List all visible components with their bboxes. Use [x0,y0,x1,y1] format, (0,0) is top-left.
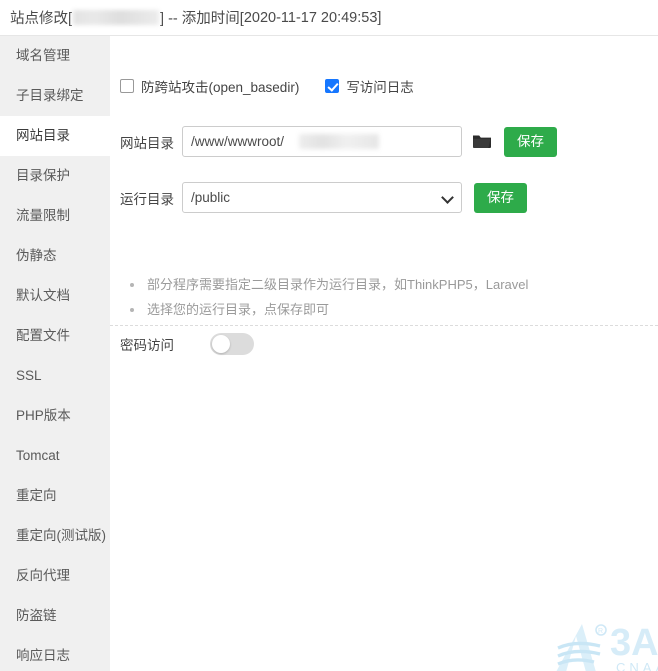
run-directory-select[interactable] [182,182,462,213]
bullet-icon [130,283,134,287]
app-root: 站点修改[ ] -- 添加时间[ 2020-11-17 20:49:53 ] 域… [0,0,658,671]
sidebar-item-subdir-bind[interactable]: 子目录绑定 [0,76,110,116]
svg-text:R: R [598,628,603,635]
open-basedir-checkbox-wrapper[interactable]: 防跨站攻击(open_basedir) [120,76,299,96]
hint-item: 选择您的运行目录，点保存即可 [122,299,642,321]
password-access-toggle[interactable] [210,333,254,355]
page-title-suffix: ] [377,9,382,26]
open-basedir-label: 防跨站攻击(open_basedir) [141,80,300,95]
hint-text: 部分程序需要指定二级目录作为运行目录，如ThinkPHP5，Laravel [147,277,529,292]
sidebar-item-redirect-beta[interactable]: 重定向(测试版) [0,516,110,556]
page-title-prefix: 站点修改[ [10,11,73,27]
bullet-icon [130,308,134,312]
sidebar-item-config-file[interactable]: 配置文件 [0,316,110,356]
sidebar-item-tomcat[interactable]: Tomcat [0,436,110,476]
page-title: 站点修改[ ] -- 添加时间[ 2020-11-17 20:49:53 ] [0,7,381,28]
options-row: 防跨站攻击(open_basedir) 写访问日志 [120,76,414,96]
page-header: 站点修改[ ] -- 添加时间[ 2020-11-17 20:49:53 ] [0,0,658,36]
password-access-row: 密码访问 [120,333,254,355]
sidebar-item-response-log[interactable]: 响应日志 [0,636,110,671]
access-log-checkbox-wrapper[interactable]: 写访问日志 [325,76,414,96]
sidebar-item-redirect[interactable]: 重定向 [0,476,110,516]
redacted-site-name [73,10,160,25]
run-directory-select-holder [182,182,462,213]
watermark-brand-cn: 3A网络 [610,622,658,664]
page-title-timestamp: 2020-11-17 20:49:53 [243,9,378,26]
watermark-domain: CNAAA.COM [616,660,658,671]
sidebar-item-default-document[interactable]: 默认文档 [0,276,110,316]
run-directory-row: 运行目录 保存 [120,182,527,213]
run-directory-label: 运行目录 [120,191,174,207]
access-log-label: 写访问日志 [346,80,414,95]
site-directory-label: 网站目录 [120,135,174,151]
sidebar-item-reverse-proxy[interactable]: 反向代理 [0,556,110,596]
site-directory-input[interactable] [182,126,462,157]
sidebar-item-php-version[interactable]: PHP版本 [0,396,110,436]
sidebar-item-directory-protect[interactable]: 目录保护 [0,156,110,196]
site-directory-save-button[interactable]: 保存 [504,126,557,157]
content-panel: 防跨站攻击(open_basedir) 写访问日志 网站目录 保存 [110,36,658,671]
sidebar-item-ssl[interactable]: SSL [0,356,110,396]
hint-text: 选择您的运行目录，点保存即可 [147,302,330,317]
sidebar-item-rewrite[interactable]: 伪静态 [0,236,110,276]
toggle-knob [212,335,230,353]
site-directory-row: 网站目录 保存 [120,126,557,157]
section-divider [110,325,658,326]
a-logo-icon: R [556,624,607,671]
sidebar-item-traffic-limit[interactable]: 流量限制 [0,196,110,236]
password-access-label: 密码访问 [120,338,174,353]
access-log-checkbox[interactable] [325,79,340,93]
sidebar-item-domain-manage[interactable]: 域名管理 [0,36,110,76]
folder-icon[interactable] [472,133,492,151]
page-title-mid: ] -- 添加时间[ [160,11,244,27]
hint-item: 部分程序需要指定二级目录作为运行目录，如ThinkPHP5，Laravel [122,274,642,296]
sidebar: 域名管理 子目录绑定 网站目录 目录保护 流量限制 伪静态 默认文档 配置文件 … [0,36,110,671]
site-directory-input-holder [182,126,462,157]
hint-list: 部分程序需要指定二级目录作为运行目录，如ThinkPHP5，Laravel 选择… [122,274,642,324]
open-basedir-checkbox[interactable] [120,79,134,93]
sidebar-item-site-directory[interactable]: 网站目录 [0,116,110,156]
run-directory-save-button[interactable]: 保存 [474,182,527,213]
sidebar-item-anti-leech[interactable]: 防盗链 [0,596,110,636]
watermark-logo: R 3A网络 CNAAA.COM [556,622,658,671]
